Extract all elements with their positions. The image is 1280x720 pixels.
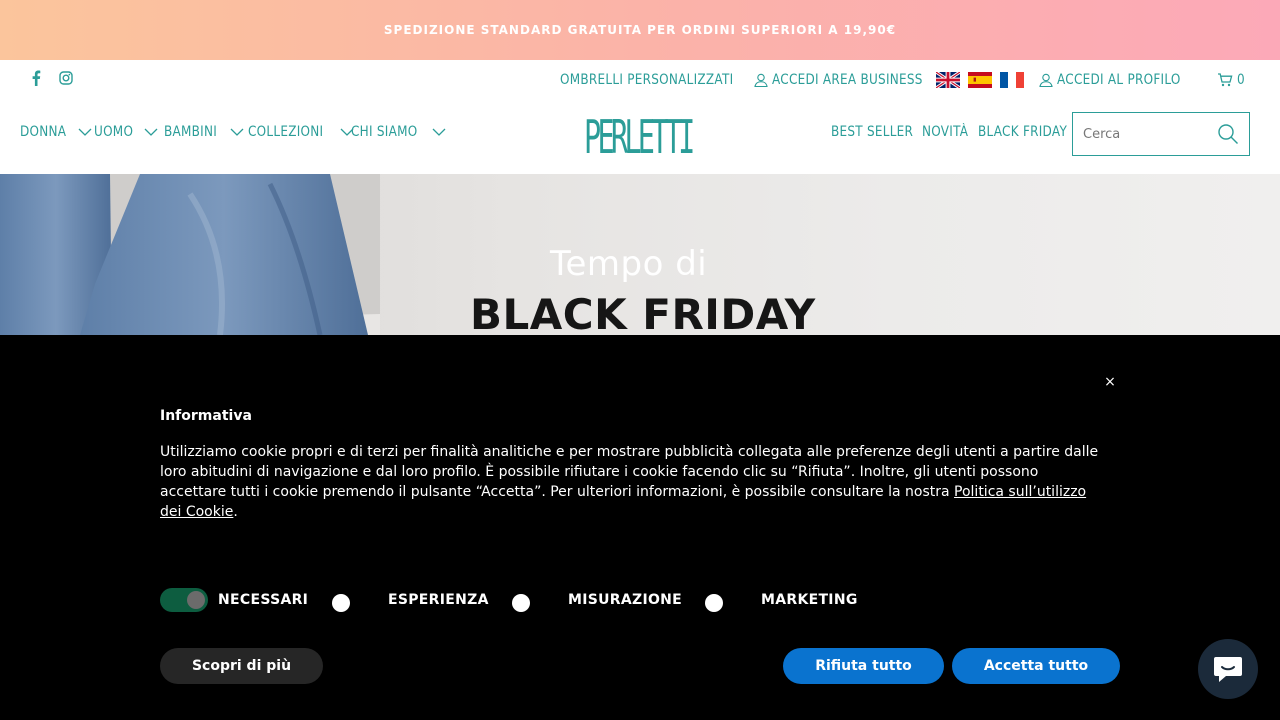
measurement-toggle[interactable] [512, 594, 530, 612]
cookie-consent-panel: × Informativa Utilizziamo cookie propri … [0, 335, 1280, 720]
profile-login-label: ACCEDI AL PROFILO [1057, 72, 1181, 88]
reject-all-button[interactable]: Rifiuta tutto [783, 648, 944, 684]
experience-toggle[interactable] [332, 594, 350, 612]
business-login-link[interactable]: ACCEDI AREA BUSINESS [754, 72, 947, 88]
option-marketing: MARKETING [705, 588, 858, 612]
learn-more-button[interactable]: Scopri di più [160, 648, 323, 684]
hero-banner[interactable]: Tempo di BLACK FRIDAY [0, 174, 1280, 335]
logo-text: PERLETTI [584, 110, 695, 164]
cart-button[interactable]: 0 [1217, 72, 1246, 88]
nav-item-donna[interactable]: DONNA [20, 124, 92, 140]
language-selector [936, 72, 1024, 88]
user-icon [1039, 73, 1053, 87]
nav-item-black-friday[interactable]: BLACK FRIDAY [978, 124, 1067, 140]
announcement-text: SPEDIZIONE STANDARD GRATUITA PER ORDINI … [383, 23, 897, 37]
nav-label: UOMO [94, 124, 134, 140]
nav-item-uomo[interactable]: UOMO [94, 124, 158, 140]
option-experience: ESPERIENZA [332, 588, 489, 612]
facebook-icon[interactable] [28, 70, 44, 86]
experience-label: ESPERIENZA [388, 592, 489, 608]
chevron-down-icon [144, 128, 158, 136]
nav-label: DONNA [20, 124, 67, 140]
accept-all-button[interactable]: Accetta tutto [952, 648, 1120, 684]
custom-umbrellas-link[interactable]: OMBRELLI PERSONALIZZATI [560, 72, 762, 88]
custom-umbrellas-label: OMBRELLI PERSONALIZZATI [560, 72, 734, 88]
search-input[interactable] [1073, 113, 1217, 155]
flag-es-icon[interactable] [968, 72, 992, 88]
nav-label: COLLEZIONI [248, 124, 324, 140]
nav-item-best-seller[interactable]: BEST SELLER [831, 124, 913, 140]
social-links [28, 70, 74, 86]
flag-uk-icon[interactable] [936, 72, 960, 88]
marketing-label: MARKETING [761, 592, 858, 608]
measurement-label: MISURAZIONE [568, 592, 683, 608]
profile-login-link[interactable]: ACCEDI AL PROFILO [1039, 72, 1201, 88]
hero-title: BLACK FRIDAY [470, 290, 816, 335]
cookie-text-end: . [233, 504, 238, 520]
option-necessary: NECESSARI [160, 588, 308, 612]
search-icon[interactable] [1217, 123, 1239, 145]
cookie-text: Utilizziamo cookie propri e di terzi per… [160, 442, 1100, 522]
nav-item-bambini[interactable]: BAMBINI [164, 124, 244, 140]
chat-icon [1214, 657, 1242, 682]
cart-count: 0 [1237, 72, 1245, 88]
nav-label: BAMBINI [164, 124, 218, 140]
nav-item-novita[interactable]: NOVITÀ [922, 124, 968, 140]
chat-button[interactable] [1198, 639, 1258, 699]
instagram-icon[interactable] [58, 70, 74, 86]
site-logo[interactable]: PERLETTI [584, 108, 696, 166]
necessary-label: NECESSARI [218, 592, 309, 608]
nav-item-collezioni[interactable]: COLLEZIONI [248, 124, 354, 140]
cookie-title: Informativa [160, 408, 252, 424]
marketing-toggle[interactable] [705, 594, 723, 612]
chevron-down-icon [78, 128, 92, 136]
cart-icon [1218, 73, 1233, 87]
chevron-down-icon [230, 128, 244, 136]
nav-item-chi-siamo[interactable]: CHI SIAMO [351, 124, 446, 140]
announcement-bar: SPEDIZIONE STANDARD GRATUITA PER ORDINI … [0, 0, 1280, 60]
site-header: OMBRELLI PERSONALIZZATI ACCEDI AREA BUSI… [0, 60, 1280, 174]
flag-fr-icon[interactable] [1000, 72, 1024, 88]
necessary-toggle[interactable] [160, 588, 208, 612]
chevron-down-icon [432, 128, 446, 136]
search-box [1072, 112, 1250, 156]
option-measurement: MISURAZIONE [512, 588, 682, 612]
nav-label: CHI SIAMO [351, 124, 418, 140]
close-icon[interactable]: × [1103, 375, 1117, 389]
user-icon [754, 73, 768, 87]
hero-subtitle: Tempo di [550, 244, 708, 284]
hero-image [0, 174, 380, 335]
business-login-label: ACCEDI AREA BUSINESS [772, 72, 923, 88]
